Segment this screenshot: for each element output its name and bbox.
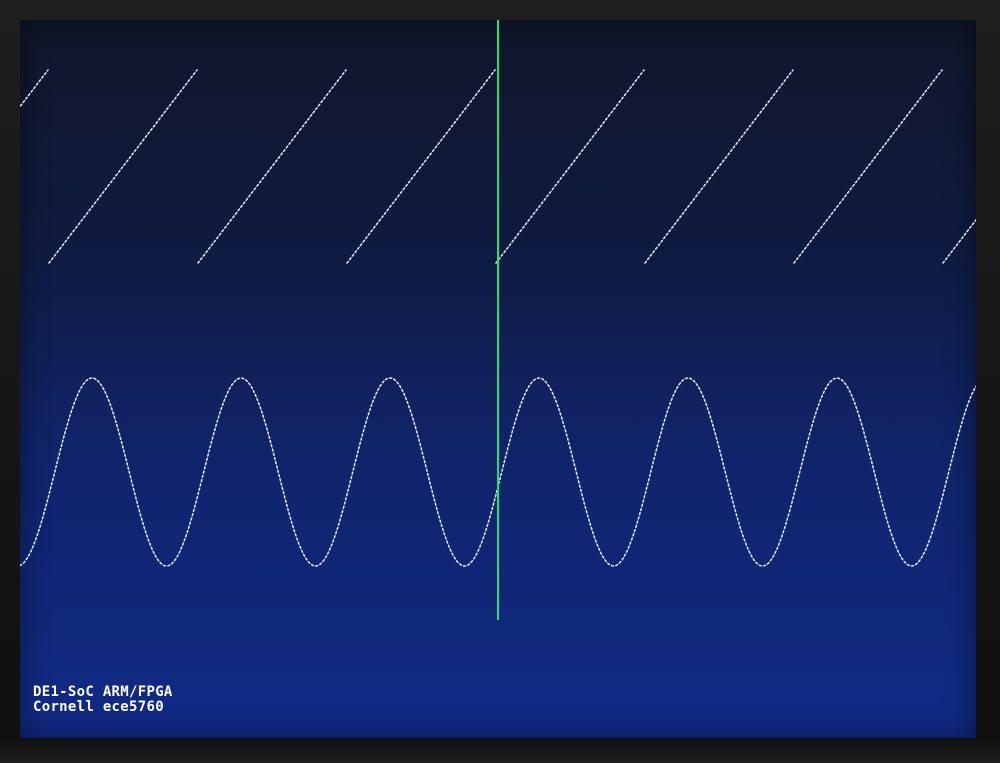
caption-board-name: DE1-SoC ARM/FPGA bbox=[33, 684, 173, 700]
sawtooth-ramp bbox=[20, 69, 49, 108]
waveform-plot bbox=[20, 20, 976, 620]
sawtooth-ramp bbox=[644, 69, 794, 264]
sawtooth-ramp bbox=[346, 69, 496, 264]
sawtooth-ramp bbox=[48, 69, 198, 264]
bezel-bottom bbox=[0, 738, 1000, 763]
sawtooth-ramp bbox=[197, 69, 347, 264]
sawtooth-ramp bbox=[942, 218, 976, 264]
vga-screen: DE1-SoC ARM/FPGA Cornell ece5760 bbox=[20, 20, 976, 738]
sawtooth-ramp bbox=[793, 69, 943, 264]
sawtooth-ramp bbox=[495, 69, 645, 264]
caption-course-name: Cornell ece5760 bbox=[33, 699, 164, 715]
